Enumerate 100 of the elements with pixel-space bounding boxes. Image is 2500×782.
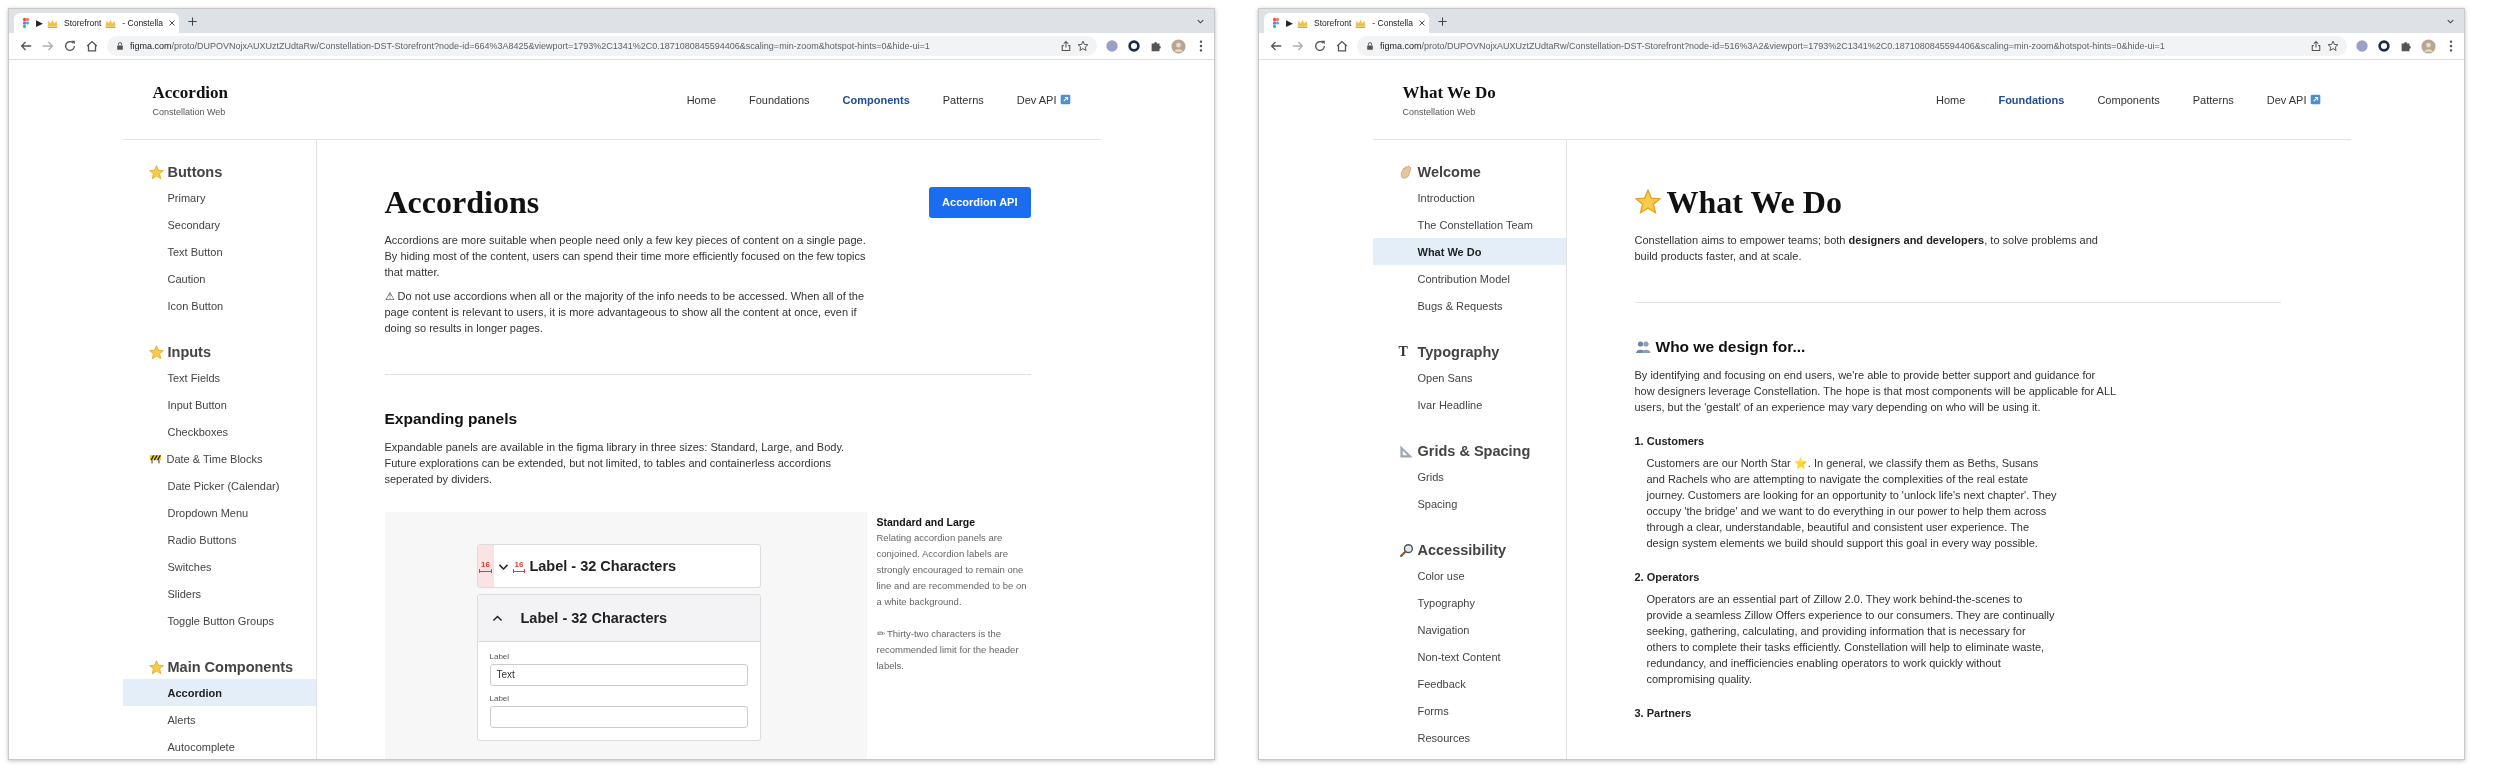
sidebar-item[interactable]: Open Sans <box>1372 364 1566 391</box>
letter-glyph: T <box>1398 344 1409 360</box>
ring-icon[interactable] <box>1127 39 1141 53</box>
sidebar-item[interactable]: Forms <box>1372 697 1566 724</box>
site-title: What We Do <box>1402 82 1496 103</box>
sidebar-heading: Grids & Spacing <box>1417 443 1531 459</box>
sidebar-item[interactable]: Typography <box>1372 589 1566 616</box>
extensions-icon[interactable] <box>1149 39 1163 53</box>
sidebar-item[interactable]: Introduction <box>1372 184 1566 211</box>
sidebar-item[interactable]: Grids <box>1372 463 1566 490</box>
input-field[interactable] <box>489 706 748 728</box>
sidebar-item[interactable]: Color use <box>1372 562 1566 589</box>
reload-icon[interactable] <box>1313 39 1327 53</box>
sidebar-item[interactable]: Radio Buttons <box>122 526 316 553</box>
lock-icon <box>1365 41 1375 51</box>
list-heading: 1. Customers <box>1634 434 1706 449</box>
sidebar-item[interactable]: Resources <box>1372 724 1566 751</box>
sidebar-item[interactable]: Switches <box>122 553 316 580</box>
sidebar-item[interactable]: Autocomplete <box>122 733 316 759</box>
share-icon[interactable] <box>2310 40 2322 52</box>
home-icon[interactable] <box>1335 39 1349 53</box>
address-bar[interactable]: figma.com/proto/DUPOVNojxAUXUztZUdtaRw/Constellation-DST-Storefront?node-id=664%3A8425&viewport=1793%2C1341%2C0.1871080845594406&scaling=min-zoom&hotspot-hints=0&hide-ui=1 <box>107 36 1097 56</box>
barrier-icon <box>148 452 162 465</box>
sidebar-item[interactable]: Text Fields <box>122 364 316 391</box>
field-label: Label <box>489 694 511 703</box>
nav-link[interactable]: Components <box>2097 93 2160 106</box>
sidebar-item[interactable]: Caution <box>122 265 316 292</box>
page-title: Accordions <box>384 183 540 222</box>
sidebar-item[interactable]: What We Do <box>1372 238 1566 265</box>
sidebar-item[interactable]: Icon Button <box>122 292 316 319</box>
nav-link[interactable]: Dev API <box>2266 93 2321 106</box>
close-icon[interactable] <box>1416 18 1427 28</box>
browser-tab[interactable]: ▶ Storefront - Constella <box>14 13 179 33</box>
sidebar-item[interactable]: Spacing <box>1372 490 1566 517</box>
sidebar-item[interactable]: Ivar Headline <box>1372 391 1566 418</box>
nav-link[interactable]: Home <box>1936 93 1966 106</box>
note-title: Standard and Large <box>876 515 977 530</box>
note-paragraph: Relating accordion panels are conjoined. Accordion labels are strongly encouraged to remain one line and are recommended to be on a white background. <box>876 531 1028 609</box>
site-subtitle: Constellation Web <box>152 106 227 117</box>
sidebar-item[interactable]: Input Button <box>122 391 316 418</box>
home-icon[interactable] <box>85 39 99 53</box>
bookmark-icon[interactable] <box>1077 40 1089 52</box>
sidebar-item[interactable]: Dropdown Menu <box>122 499 316 526</box>
sidebar-item[interactable]: Contribution Model <box>1372 265 1566 292</box>
accordion-header[interactable]: 16 16 Label - 32 Characters <box>477 545 760 587</box>
api-button[interactable]: Accordion API <box>929 186 1031 218</box>
extension-icon[interactable] <box>1105 39 1119 53</box>
back-icon[interactable] <box>19 39 33 53</box>
address-bar[interactable]: figma.com/proto/DUPOVNojxAUXUztZUdtaRw/Constellation-DST-Storefront?node-id=516%3A2&viewport=1793%2C1341%2C0.1871080845594406&scaling=min-zoom&hotspot-hints=0&hide-ui=1 <box>1357 36 2347 56</box>
sidebar-item[interactable]: Feedback <box>1372 670 1566 697</box>
sidebar-item[interactable]: Date Picker (Calendar) <box>122 472 316 499</box>
star-icon <box>148 164 164 180</box>
star-icon <box>1634 189 1661 215</box>
nav-link[interactable]: Home <box>686 93 716 106</box>
sidebar-item[interactable]: Toggle Button Groups <box>122 607 316 634</box>
sidebar-item[interactable]: Bugs & Requests <box>1372 292 1566 319</box>
close-icon[interactable] <box>166 18 177 28</box>
new-tab-icon[interactable] <box>187 15 198 27</box>
nav-link[interactable]: Patterns <box>942 93 984 106</box>
ring-icon[interactable] <box>2377 39 2391 53</box>
crown-icon <box>1355 17 1367 29</box>
back-icon[interactable] <box>1269 39 1283 53</box>
nav-link[interactable]: Foundations <box>1998 93 2065 106</box>
sidebar-item[interactable]: Sliders <box>122 580 316 607</box>
sidebar-item[interactable]: Non-text Content <box>1372 643 1566 670</box>
sidebar-item[interactable]: Date & Time Blocks <box>122 445 316 472</box>
sidebar-item[interactable]: Accordion <box>122 679 316 706</box>
paragraph: ⚠ Do not use accordions when all or the majority of the info needs to be accessed. When all of the page content is relevant to users, it is more advantageous to show all the content at once, even if doing so results in longer pages. <box>384 289 866 336</box>
reload-icon[interactable] <box>63 39 77 53</box>
nav-link[interactable]: Patterns <box>2192 93 2234 106</box>
extension-icon[interactable] <box>2355 39 2369 53</box>
sidebar-item[interactable]: Alerts <box>122 706 316 733</box>
lock-icon <box>115 41 125 51</box>
paragraph: Expandable panels are available in the figma library in three sizes: Standard, Large, and Body. Future explorations can be extended, but not limited, to tables and containerless accordions seperated by dividers. <box>384 440 846 487</box>
browser-tab[interactable]: ▶ Storefront - Constella <box>1264 13 1429 33</box>
star-icon <box>148 344 164 360</box>
star-icon <box>148 659 164 675</box>
sidebar-item[interactable]: Checkboxes <box>122 418 316 445</box>
new-tab-icon[interactable] <box>1437 15 1448 27</box>
accordion-header[interactable]: Label - 32 Characters <box>477 595 760 642</box>
triangle-ruler-icon <box>1398 443 1414 459</box>
nav-link[interactable]: Foundations <box>749 93 810 106</box>
paragraph: Constellation aims to empower teams; both designers and developers, to solve problems and build products faster, and at scale. <box>1634 233 2099 264</box>
share-icon[interactable] <box>1060 40 1072 52</box>
logo-icon <box>1270 17 1282 29</box>
sidebar-item[interactable]: Navigation <box>1372 616 1566 643</box>
sidebar-heading: Inputs <box>167 344 211 360</box>
nav-link[interactable]: Dev API <box>1016 93 1071 106</box>
input-field[interactable]: Text <box>489 664 748 686</box>
sidebar-heading: Welcome <box>1417 164 1481 180</box>
sidebar-item[interactable]: Primary <box>122 184 316 211</box>
people-icon <box>1634 339 1651 355</box>
nav-link[interactable]: Components <box>842 93 910 106</box>
waving-hand-icon <box>1398 164 1414 180</box>
extensions-icon[interactable] <box>2399 39 2413 53</box>
sidebar-item[interactable]: Text Button <box>122 238 316 265</box>
field-label: Label <box>489 652 511 661</box>
bookmark-icon[interactable] <box>2327 40 2339 52</box>
sidebar-item[interactable]: Secondary <box>122 211 316 238</box>
sidebar-item[interactable]: The Constellation Team <box>1372 211 1566 238</box>
